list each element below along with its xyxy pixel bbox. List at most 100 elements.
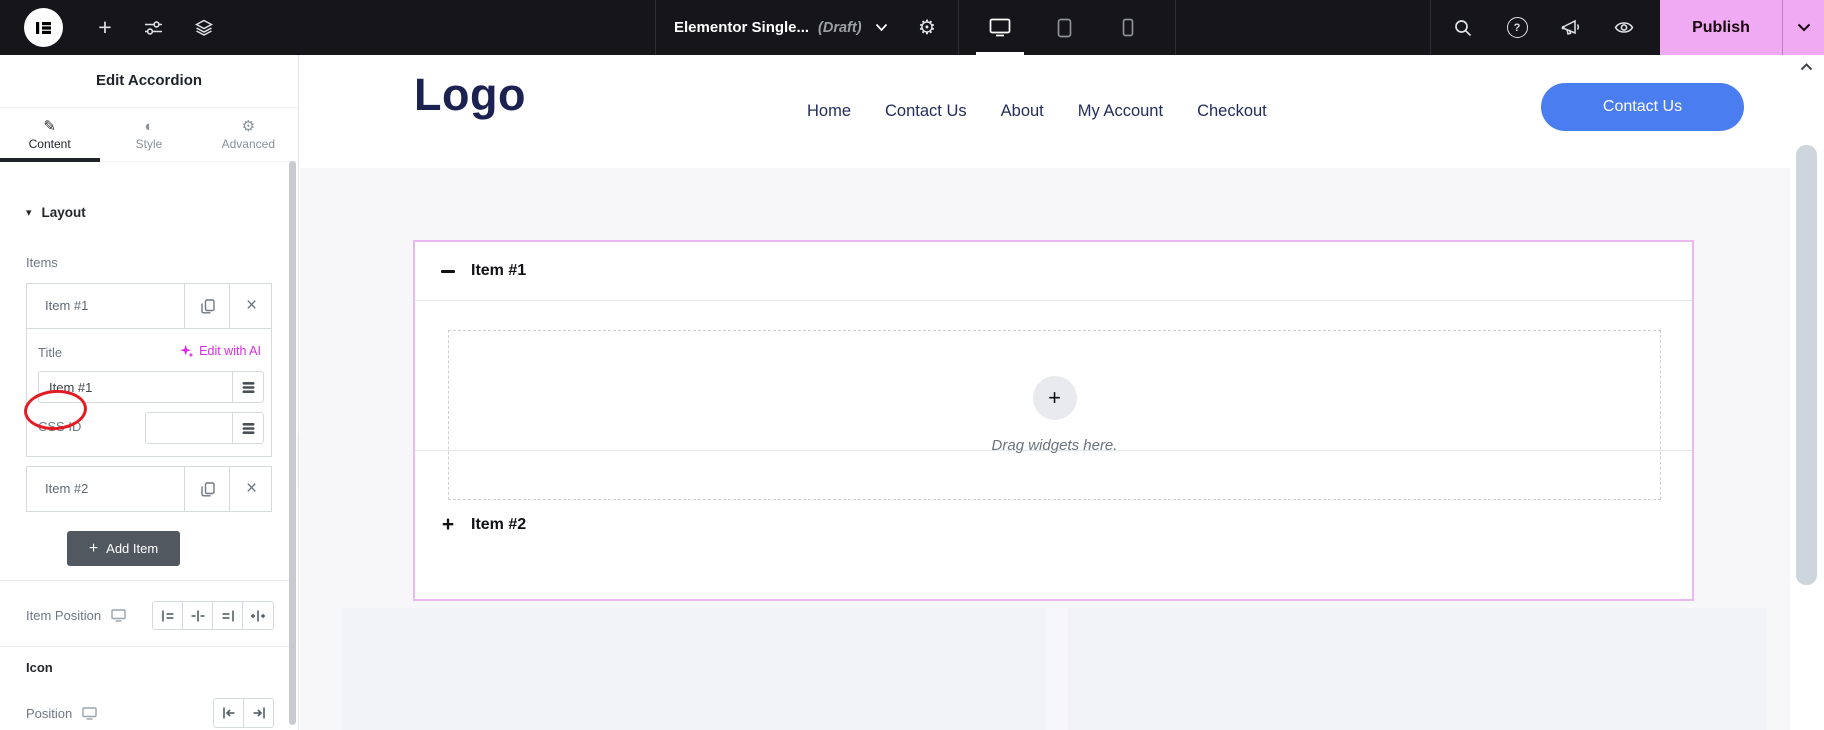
panel-scrollbar[interactable] [289, 161, 296, 725]
plus-icon: + [1048, 385, 1061, 410]
help-button[interactable]: ? [1502, 0, 1532, 55]
publish-options-button[interactable] [1782, 0, 1824, 55]
title-control-label: Title [38, 345, 63, 360]
structure-button[interactable] [189, 0, 219, 55]
dynamic-tags-button[interactable] [232, 413, 263, 443]
icon-position-button-group [213, 698, 274, 728]
desktop-icon [989, 18, 1011, 37]
close-icon: × [245, 295, 258, 316]
css-id-input[interactable] [146, 413, 232, 443]
site-logo[interactable]: Logo [414, 69, 526, 121]
layers-icon [195, 19, 213, 36]
repeater-row-item2[interactable]: Item #2 × [26, 466, 272, 512]
duplicate-item-button[interactable] [184, 467, 230, 511]
pencil-icon: ✎ [43, 117, 56, 135]
repeater-row-label: Item #1 [45, 298, 89, 313]
site-navigation: Home Contact Us About My Account Checkou… [807, 55, 1267, 168]
add-element-button[interactable]: + [90, 0, 120, 55]
align-center-button[interactable] [182, 602, 212, 629]
nav-item-home[interactable]: Home [807, 102, 851, 121]
duplicate-item-button[interactable] [184, 284, 230, 328]
align-left-icon [161, 610, 173, 621]
remove-item-button[interactable]: × [229, 467, 273, 511]
tablet-icon [1057, 18, 1071, 37]
widget-dropzone[interactable]: + Drag widgets here. [448, 330, 1661, 500]
tab-style[interactable]: ◐ Style [99, 108, 198, 161]
title-input[interactable] [39, 372, 232, 402]
plus-icon: + [441, 512, 455, 536]
css-id-input-wrap [145, 412, 264, 444]
item-position-label: Item Position [26, 608, 102, 623]
panel-divider [0, 580, 292, 581]
mobile-icon [1122, 18, 1134, 37]
accordion-widget[interactable]: Item #1 + Drag widgets here. + Item #2 [413, 240, 1694, 601]
remove-item-button[interactable]: × [229, 284, 273, 328]
edit-with-ai-button[interactable]: Edit with AI [180, 344, 261, 358]
accordion-item1-header[interactable]: Item #1 [415, 242, 1692, 300]
icon-position-left-button[interactable] [214, 699, 243, 727]
edit-with-ai-label: Edit with AI [199, 344, 261, 358]
document-title: Elementor Single... [674, 19, 810, 36]
icon-position-right-icon [253, 707, 265, 719]
preview-button[interactable] [1609, 0, 1639, 55]
sliders-icon [144, 20, 162, 35]
nav-item-my-account[interactable]: My Account [1078, 102, 1163, 121]
help-icon: ? [1506, 17, 1528, 38]
document-settings-button[interactable]: ⚙ [912, 0, 942, 55]
repeater-row-item1[interactable]: Item #1 × [26, 283, 272, 329]
align-right-button[interactable] [212, 602, 242, 629]
header-contact-us-button[interactable]: Contact Us [1541, 83, 1744, 131]
page-scrollbar-thumb[interactable] [1796, 145, 1817, 585]
accordion-item1-content: + Drag widgets here. [415, 300, 1692, 500]
dynamic-tags-button[interactable] [232, 372, 263, 402]
copy-icon [200, 298, 215, 313]
tab-label: Content [28, 136, 71, 151]
responsive-desktop-icon[interactable] [111, 609, 126, 622]
device-mobile-button[interactable] [1104, 0, 1152, 55]
tab-content[interactable]: ✎ Content [0, 108, 99, 161]
nav-item-checkout[interactable]: Checkout [1197, 102, 1267, 121]
finder-search-button[interactable] [1448, 0, 1478, 55]
megaphone-icon [1561, 19, 1580, 35]
panel-tabs: ✎ Content ◐ Style ⚙ Advanced [0, 108, 298, 162]
add-widget-button[interactable]: + [1032, 376, 1077, 420]
chevron-down-icon [1797, 23, 1810, 32]
tab-advanced[interactable]: ⚙ Advanced [199, 108, 298, 161]
align-left-button[interactable] [153, 602, 182, 629]
site-settings-button[interactable] [138, 0, 168, 55]
align-center-icon [191, 610, 204, 621]
panel-divider [0, 646, 292, 647]
nav-item-contact-us[interactable]: Contact Us [885, 102, 967, 121]
tab-label: Style [135, 136, 163, 151]
close-icon: × [245, 478, 258, 499]
icon-position-control-label-row: Position [26, 698, 97, 728]
repeater-item-editor: Title Edit with AI CSS ID [26, 329, 272, 457]
eye-icon [1614, 22, 1634, 33]
topbar-divider [655, 0, 656, 55]
preview-canvas: Logo Home Contact Us About My Account Ch… [300, 55, 1824, 730]
align-right-icon [222, 610, 234, 621]
plus-icon: + [98, 14, 112, 40]
item-position-button-group [152, 601, 274, 630]
publish-button[interactable]: Publish [1660, 0, 1782, 55]
repeater-row-label: Item #2 [45, 481, 89, 496]
icon-position-right-button[interactable] [243, 699, 273, 727]
device-tablet-button[interactable] [1040, 0, 1088, 55]
nav-item-about[interactable]: About [1001, 102, 1044, 121]
icon-position-label: Position [26, 705, 73, 721]
ai-sparkle-icon [180, 344, 194, 358]
accordion-item2-title: Item #2 [471, 515, 527, 533]
section-layout-toggle[interactable]: ▾ Layout [26, 205, 86, 220]
icon-position-left-icon [222, 707, 234, 719]
elementor-menu-button[interactable] [24, 8, 63, 47]
device-desktop-button[interactable] [976, 0, 1024, 55]
document-switcher[interactable]: Elementor Single... (Draft) [674, 0, 888, 55]
panel-title: Edit Accordion [0, 55, 298, 108]
plus-icon: + [88, 539, 99, 557]
add-item-button[interactable]: + Add Item [67, 531, 180, 566]
responsive-desktop-icon[interactable] [82, 706, 97, 720]
publish-button-group: Publish [1660, 0, 1824, 55]
whats-new-button[interactable] [1556, 0, 1586, 55]
scroll-up-button[interactable] [1800, 63, 1813, 71]
align-stretch-button[interactable] [242, 602, 273, 629]
